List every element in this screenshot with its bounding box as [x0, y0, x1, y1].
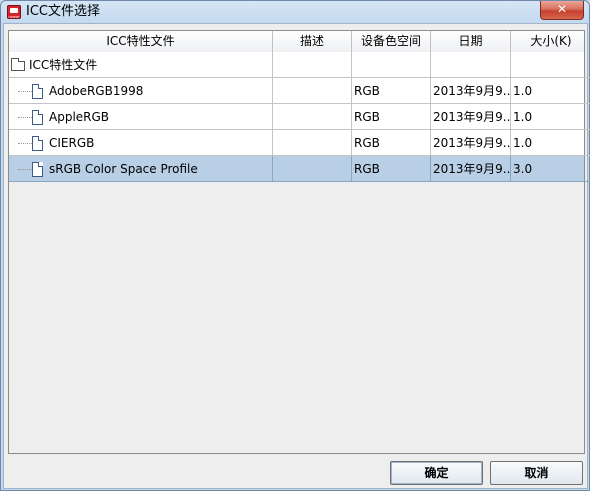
icc-tree-table: ICC特性文件 描述 设备色空间 日期 大小(K) ICC特性文件 AdobeR… — [8, 30, 590, 454]
date-cell: 2013年9月9... — [431, 130, 511, 156]
description-cell — [273, 156, 352, 182]
tree-root-row[interactable]: ICC特性文件 — [9, 52, 590, 78]
column-header-date[interactable]: 日期 — [431, 31, 511, 52]
ok-button[interactable]: 确定 — [390, 461, 483, 485]
table-row-selected[interactable]: sRGB Color Space Profile RGB 2013年9月9...… — [9, 156, 590, 182]
file-name-cell: AppleRGB — [9, 104, 273, 130]
description-cell — [273, 104, 352, 130]
date-cell: 2013年9月9... — [431, 156, 511, 182]
size-cell: 3.0 — [511, 156, 590, 182]
size-cell: 1.0 — [511, 104, 590, 130]
table-row[interactable]: AdobeRGB1998 RGB 2013年9月9... 1.0 — [9, 78, 590, 104]
column-header-description[interactable]: 描述 — [273, 31, 352, 52]
folder-icon — [11, 58, 25, 71]
column-header-size[interactable]: 大小(K) — [511, 31, 590, 52]
tree-root-cell: ICC特性文件 — [9, 52, 273, 78]
color-space-cell: RGB — [352, 104, 431, 130]
file-icon — [32, 110, 43, 125]
description-cell — [273, 78, 352, 104]
window-title: ICC文件选择 — [26, 4, 100, 19]
size-cell: 1.0 — [511, 78, 590, 104]
file-name-cell: AdobeRGB1998 — [9, 78, 273, 104]
color-space-cell: RGB — [352, 130, 431, 156]
column-header-icc-file[interactable]: ICC特性文件 — [9, 31, 273, 52]
size-cell: 1.0 — [511, 130, 590, 156]
tree-root-date — [431, 52, 511, 78]
file-name: AdobeRGB1998 — [49, 84, 144, 98]
column-header-color-space[interactable]: 设备色空间 — [352, 31, 431, 52]
file-icon — [32, 162, 43, 177]
table-header: ICC特性文件 描述 设备色空间 日期 大小(K) — [9, 31, 584, 53]
date-cell: 2013年9月9... — [431, 78, 511, 104]
file-name: sRGB Color Space Profile — [49, 162, 198, 176]
tree-root-desc — [273, 52, 352, 78]
color-space-cell: RGB — [352, 156, 431, 182]
color-space-cell: RGB — [352, 78, 431, 104]
file-name-cell: CIERGB — [9, 130, 273, 156]
icc-file-dialog: ORIENT ICC文件选择 ✕ ICC特性文件 描述 设备色空间 日期 大小(… — [0, 0, 590, 491]
file-icon — [32, 136, 43, 151]
app-logo-icon: ORIENT — [7, 5, 21, 19]
file-name: AppleRGB — [49, 110, 110, 124]
tree-root-label: ICC特性文件 — [29, 58, 98, 72]
close-button[interactable]: ✕ — [540, 1, 584, 20]
title-bar[interactable]: ORIENT ICC文件选择 ✕ — [1, 1, 589, 23]
table-row[interactable]: CIERGB RGB 2013年9月9... 1.0 — [9, 130, 590, 156]
table-row[interactable]: AppleRGB RGB 2013年9月9... 1.0 — [9, 104, 590, 130]
cancel-button[interactable]: 取消 — [490, 461, 583, 485]
tree-root-space — [352, 52, 431, 78]
tree-root-size — [511, 52, 590, 78]
file-name: CIERGB — [49, 136, 95, 150]
file-name-cell: sRGB Color Space Profile — [9, 156, 273, 182]
dialog-body: ICC特性文件 描述 设备色空间 日期 大小(K) ICC特性文件 AdobeR… — [3, 23, 590, 489]
description-cell — [273, 130, 352, 156]
date-cell: 2013年9月9... — [431, 104, 511, 130]
file-icon — [32, 84, 43, 99]
